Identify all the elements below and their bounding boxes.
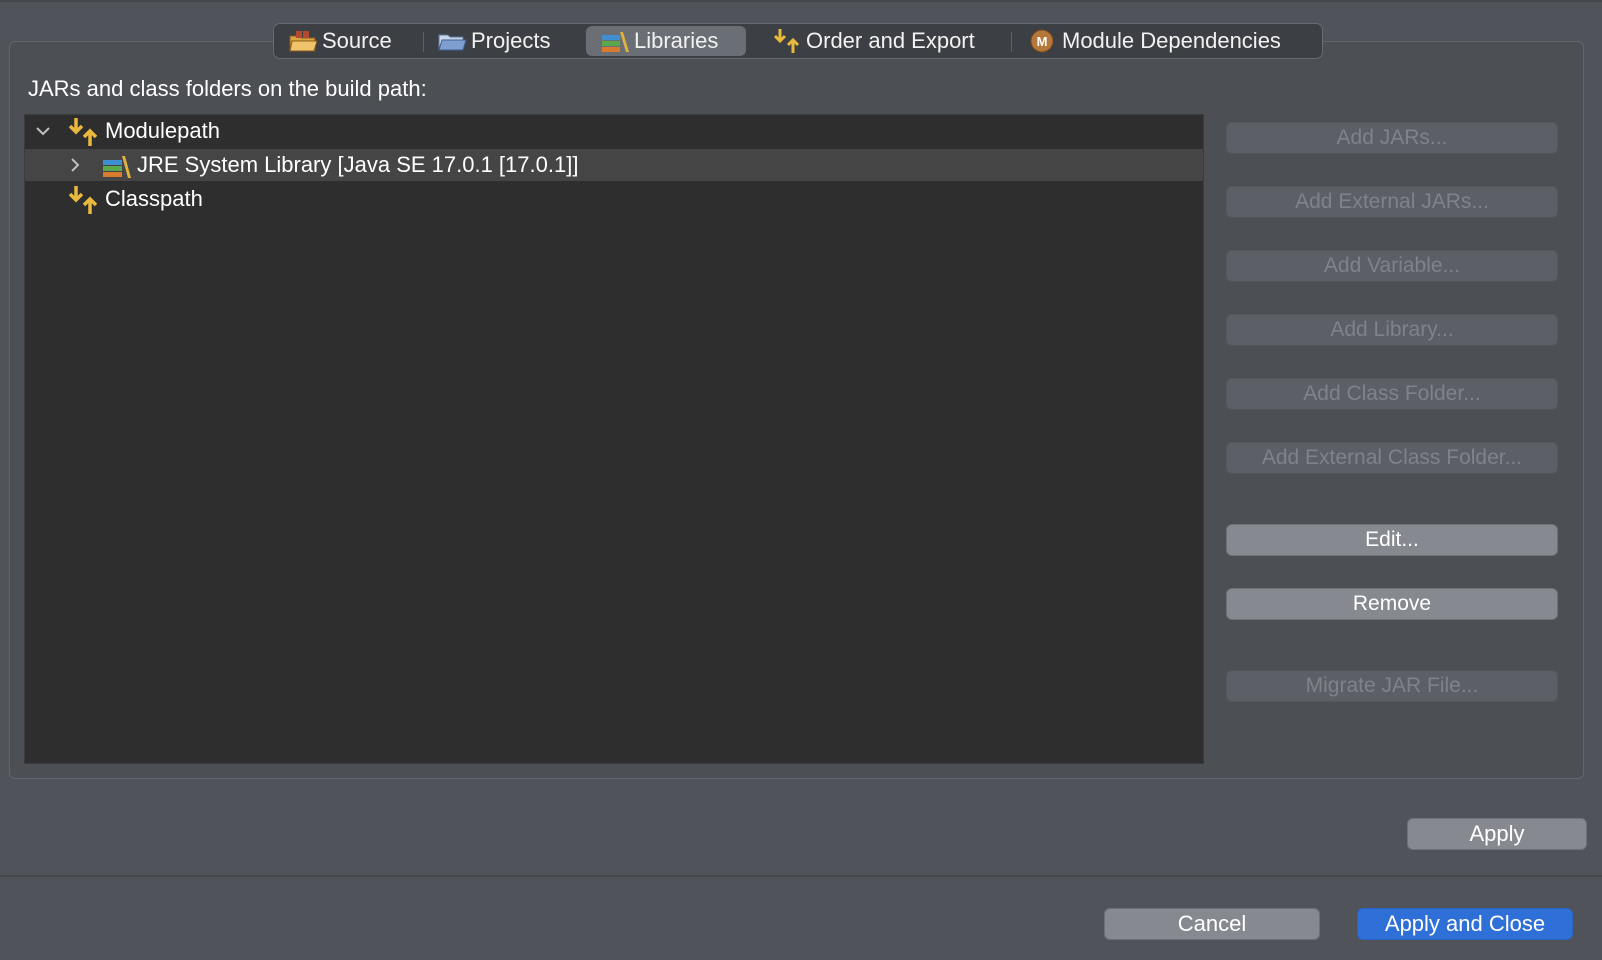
modulepath-label: Modulepath: [105, 118, 220, 143]
tab-module-dependencies[interactable]: M Module Dependencies: [1028, 26, 1308, 56]
chevron-right-icon[interactable]: [65, 155, 85, 175]
build-path-tabbar: Source Projects Libraries Order and Expo…: [273, 23, 1323, 59]
modulepath-icon: [68, 118, 98, 146]
remove-button[interactable]: Remove: [1226, 588, 1558, 620]
module-dependencies-icon: M: [1030, 29, 1054, 53]
tab-separator: [1011, 32, 1012, 52]
apply-and-close-button[interactable]: Apply and Close: [1357, 908, 1573, 940]
classpath-label: Classpath: [105, 186, 203, 211]
chevron-down-icon[interactable]: [33, 121, 53, 141]
add-external-jars-button[interactable]: Add External JARs...: [1226, 186, 1558, 218]
migrate-jar-file-button[interactable]: Migrate JAR File...: [1226, 670, 1558, 702]
projects-folder-icon: [438, 34, 467, 51]
tab-source[interactable]: Source: [288, 26, 410, 56]
add-class-folder-button[interactable]: Add Class Folder...: [1226, 378, 1558, 410]
edit-button[interactable]: Edit...: [1226, 524, 1558, 556]
footer-divider: [0, 875, 1602, 877]
tab-projects-label: Projects: [471, 28, 551, 53]
top-divider: [0, 0, 1602, 2]
order-export-icon: [773, 29, 800, 53]
build-path-label: JARs and class folders on the build path…: [28, 76, 427, 101]
tab-separator: [423, 32, 424, 52]
add-variable-button[interactable]: Add Variable...: [1226, 250, 1558, 282]
cancel-button[interactable]: Cancel: [1104, 908, 1320, 940]
tree-row-classpath[interactable]: Classpath: [25, 183, 1203, 215]
tab-projects[interactable]: Projects: [437, 26, 567, 56]
tab-libraries[interactable]: Libraries: [586, 26, 746, 56]
library-icon: [103, 156, 131, 178]
tab-order-and-export[interactable]: Order and Export: [772, 26, 992, 56]
add-jars-button[interactable]: Add JARs...: [1226, 122, 1558, 154]
libraries-icon: [602, 32, 629, 52]
add-external-class-folder-button[interactable]: Add External Class Folder...: [1226, 442, 1558, 474]
tab-order-export-label: Order and Export: [806, 28, 975, 53]
tab-libraries-label: Libraries: [634, 28, 719, 53]
tab-module-dependencies-label: Module Dependencies: [1062, 28, 1281, 53]
apply-button[interactable]: Apply: [1407, 818, 1587, 850]
jre-library-label: JRE System Library [Java SE 17.0.1 [17.0…: [137, 152, 579, 177]
build-path-tree[interactable]: Modulepath JRE System Library [Java SE 1…: [24, 114, 1204, 764]
tab-source-label: Source: [322, 28, 392, 53]
classpath-icon: [68, 186, 98, 214]
tree-row-jre-system-library[interactable]: JRE System Library [Java SE 17.0.1 [17.0…: [25, 149, 1203, 181]
source-folder-icon: [289, 31, 318, 52]
svg-text:M: M: [1037, 34, 1048, 49]
add-library-button[interactable]: Add Library...: [1226, 314, 1558, 346]
tree-row-modulepath[interactable]: Modulepath: [25, 115, 1203, 147]
